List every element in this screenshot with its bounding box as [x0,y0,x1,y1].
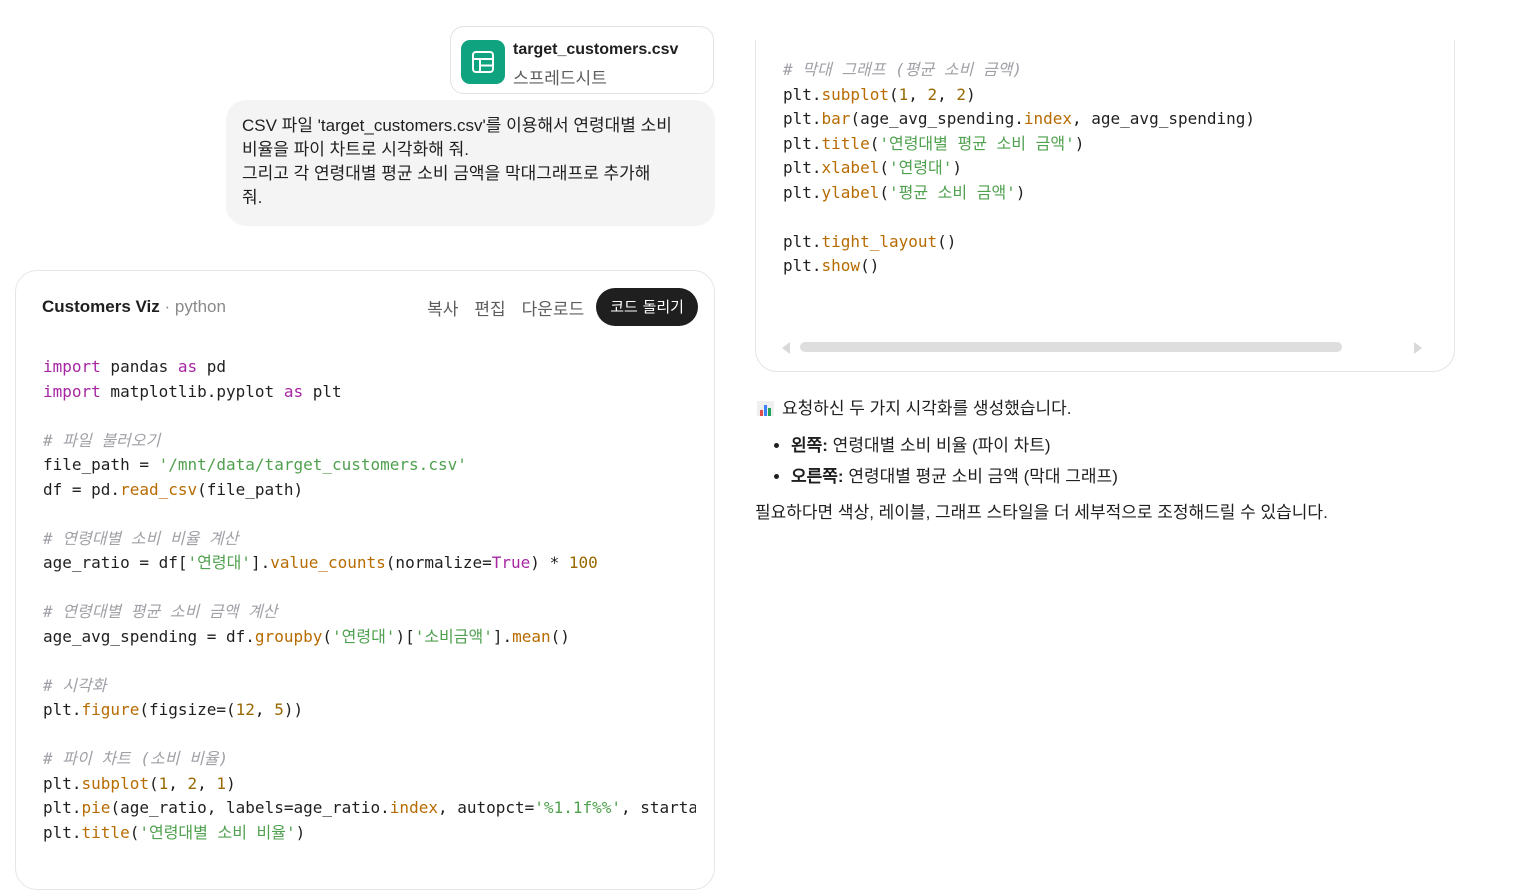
code-line: plt.subplot(1, 2, 1) [43,773,236,793]
code-line: plt.figure(figsize=(12, 5)) [43,700,304,719]
code-line: plt.pie(age_ratio, labels=age_ratio.inde… [43,798,696,817]
user-message-line: 비율을 파이 차트로 시각화해 줘. [242,140,469,159]
code-canvas-card: Customers Viz · python 복사 편집 다운로드 코드 돌리기… [15,270,715,890]
code-card-language: · python [164,297,226,316]
response-bullets: 왼쪽: 연령대별 소비 비율 (파이 차트) 오른쪽: 연령대별 평균 소비 금… [757,430,1477,492]
code-line: plt.title('연령대별 평균 소비 금액') [783,133,1085,153]
user-message-line: 그리고 각 연령대별 평균 소비 금액을 막대그래프로 추가해 [242,164,651,183]
code-line: age_ratio = df['연령대'].value_counts(norma… [43,553,598,572]
code-line: plt.ylabel('평균 소비 금액') [783,182,1026,202]
code-block-right[interactable]: # 막대 그래프 (평균 소비 금액) plt.subplot(1, 2, 2) p… [783,58,1436,279]
user-message: CSV 파일 'target_customers.csv'를 이용해서 연령대별… [226,100,715,226]
scroll-left-arrow-icon[interactable] [782,342,790,354]
code-card-title: Customers Viz · python [42,297,226,317]
bullet-text: 연령대별 평균 소비 금액 (막대 그래프) [843,467,1118,486]
attachment-filetype: 스프레드시트 [513,69,607,88]
code-line: plt.bar(age_avg_spending.index, age_avg_… [783,109,1256,128]
code-line: plt.title('연령대별 소비 비율') [43,822,306,842]
list-item: 오른쪽: 연령대별 평균 소비 금액 (막대 그래프) [791,461,1477,492]
response-intro-text: 요청하신 두 가지 시각화를 생성했습니다. [782,399,1072,418]
code-card-name: Customers Viz [42,297,160,316]
run-code-button[interactable]: 코드 돌리기 [596,288,698,326]
response-intro: 요청하신 두 가지 시각화를 생성했습니다. [757,396,1477,422]
code-block-left[interactable]: import pandas as pd import matplotlib.pyp… [43,355,696,845]
code-line: import matplotlib.pyplot as plt [43,381,342,401]
scrollbar-thumb[interactable] [800,342,1342,352]
code-block-continuation-card: # 막대 그래프 (평균 소비 금액) plt.subplot(1, 2, 2) p… [755,40,1455,372]
code-toolbar: 복사 편집 다운로드 코드 돌리기 [419,288,698,326]
bullet-bold: 왼쪽: [791,436,828,455]
bar-chart-emoji-icon [757,401,774,416]
list-item: 왼쪽: 연령대별 소비 비율 (파이 차트) [791,430,1477,461]
code-line: # 연령대별 평균 소비 금액 계산 [43,602,278,621]
bullet-text: 연령대별 소비 비율 (파이 차트) [827,436,1051,455]
horizontal-scrollbar[interactable] [782,340,1422,354]
user-message-line: 줘. [242,188,263,207]
edit-button[interactable]: 편집 [466,295,513,320]
download-button[interactable]: 다운로드 [514,295,593,320]
code-line: plt.tight_layout() [783,231,957,251]
code-line: plt.show() [783,256,880,275]
code-line: plt.subplot(1, 2, 2) [783,84,976,104]
code-line: # 파이 차트 (소비 비율) [43,749,229,768]
code-line: # 연령대별 소비 비율 계산 [43,528,239,548]
code-line: # 파일 불러오기 [43,430,161,450]
scroll-right-arrow-icon[interactable] [1414,342,1422,354]
code-line: import pandas as pd [43,357,227,376]
code-line: df = pd.read_csv(file_path) [43,479,304,499]
code-line: plt.xlabel('연령대') [783,158,963,177]
code-line: # 시각화 [43,675,107,695]
response-outro: 필요하다면 색상, 레이블, 그래프 스타일을 더 세부적으로 조정해드릴 수 … [755,503,1328,522]
bullet-bold: 오른쪽: [791,467,844,486]
code-line: # 막대 그래프 (평균 소비 금액) [783,60,1022,79]
code-line: file_path = '/mnt/data/target_customers.… [43,455,467,474]
assistant-response: 요청하신 두 가지 시각화를 생성했습니다. 왼쪽: 연령대별 소비 비율 (파… [755,396,1477,526]
spreadsheet-icon [461,40,505,84]
attachment-filename: target_customers.csv [513,41,679,58]
copy-button[interactable]: 복사 [419,295,466,320]
code-line: age_avg_spending = df.groupby('연령대')['소비… [43,626,570,646]
user-message-line: CSV 파일 'target_customers.csv'를 이용해서 연령대별… [242,116,672,135]
attachment-chip[interactable]: target_customers.csv 스프레드시트 [450,26,714,94]
